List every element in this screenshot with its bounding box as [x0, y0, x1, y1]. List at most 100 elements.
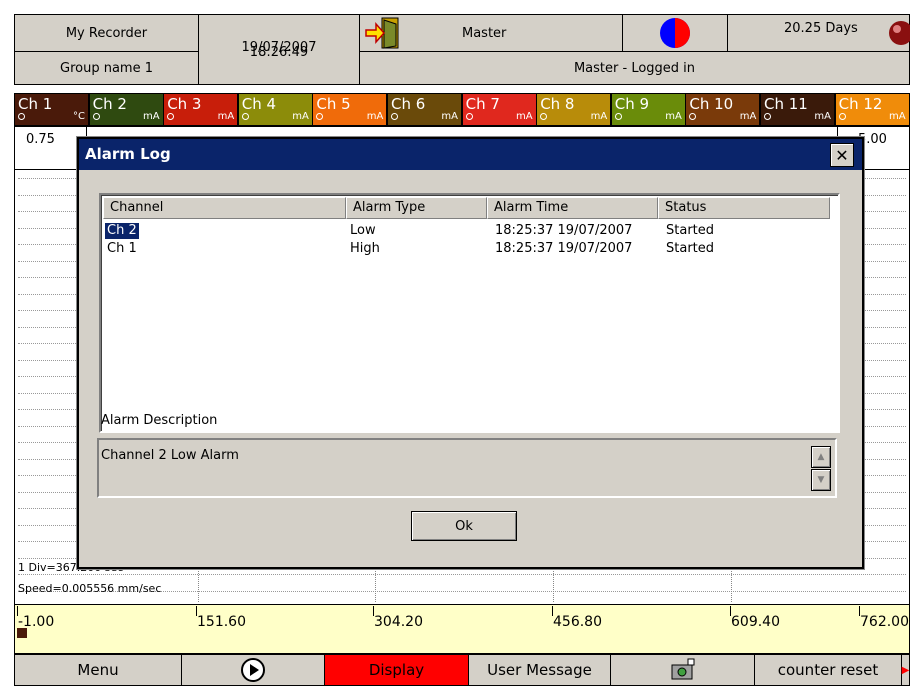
- play-icon: [241, 658, 265, 682]
- scale-tick-label: 456.80: [553, 614, 602, 630]
- scale-tick: [373, 606, 374, 616]
- channel-tab-8[interactable]: Ch 8 mA: [536, 93, 612, 126]
- channel-unit: mA: [889, 111, 906, 122]
- arrow-right-icon: ▶: [901, 664, 910, 676]
- scale-tick-label: 151.60: [197, 614, 246, 630]
- scroll-down-button[interactable]: ▼: [811, 469, 831, 491]
- channel-dot-icon: [167, 113, 175, 120]
- column-alarm-time[interactable]: Alarm Time: [487, 197, 658, 219]
- channel-label: Ch 11: [764, 95, 808, 113]
- row-type: High: [350, 241, 380, 256]
- channel-unit: mA: [590, 111, 608, 122]
- channel-unit: mA: [814, 111, 831, 122]
- channel-tab-5[interactable]: Ch 5 mA: [312, 93, 388, 126]
- channel-label: Ch 3: [167, 95, 202, 113]
- channel-tab-10[interactable]: Ch 10 mA: [685, 93, 761, 126]
- scale-tick: [730, 606, 731, 616]
- channel-dot-icon: [838, 113, 846, 120]
- channel-label: Ch 12: [838, 95, 883, 113]
- counter-reset-button[interactable]: counter reset: [754, 654, 902, 686]
- description-label: Alarm Description: [101, 413, 218, 428]
- row-time: 18:25:37 19/07/2007: [495, 223, 633, 238]
- date-text: 19/07/2007: [241, 39, 317, 55]
- channel-label: Ch 6: [391, 95, 426, 113]
- user-message-button[interactable]: User Message: [468, 654, 611, 686]
- channel-tab-6[interactable]: Ch 6 mA: [387, 93, 462, 126]
- channel-label: Ch 2: [92, 95, 127, 113]
- play-button[interactable]: [181, 654, 325, 686]
- channel-unit: mA: [143, 111, 160, 122]
- alarm-list[interactable]: Channel Alarm Type Alarm Time Status Ch …: [99, 193, 840, 433]
- channel-tab-9[interactable]: Ch 9 mA: [610, 93, 686, 126]
- channel-unit: mA: [665, 111, 682, 122]
- channel-label: Ch 8: [540, 95, 575, 113]
- row-channel: Ch 1: [107, 241, 137, 256]
- channel-tab-4[interactable]: Ch 4 mA: [237, 93, 313, 126]
- channel-dot-icon: [316, 113, 324, 120]
- close-button[interactable]: ✕: [830, 143, 854, 167]
- channel-unit: mA: [516, 111, 533, 122]
- channel-tab-12[interactable]: Ch 12 mA: [834, 93, 910, 126]
- storage-remaining: 20.25 Days: [727, 14, 910, 52]
- channel-dot-icon: [92, 113, 100, 120]
- channel-dot-icon: [764, 113, 771, 120]
- recorder-name: My Recorder: [14, 14, 199, 52]
- channel-unit: mA: [441, 111, 458, 122]
- channel-label: Ch 9: [614, 95, 650, 113]
- row-status: Started: [666, 223, 715, 238]
- row-time: 18:25:37 19/07/2007: [495, 241, 633, 256]
- scale-tick: [552, 606, 553, 616]
- screenshot-button[interactable]: [610, 654, 755, 686]
- up-arrow-icon: ▲: [817, 452, 825, 462]
- channel-unit: mA: [366, 111, 384, 122]
- alarm-light-icon: [889, 21, 910, 45]
- channel-unit: mA: [217, 111, 235, 122]
- channel-label: Ch 5: [316, 95, 351, 113]
- column-channel[interactable]: Channel: [103, 197, 346, 219]
- channel-dot-icon: [540, 113, 548, 120]
- scale-marker: [17, 628, 27, 638]
- column-alarm-type[interactable]: Alarm Type: [346, 197, 487, 219]
- channel-dot-icon: [465, 113, 473, 120]
- column-status[interactable]: Status: [658, 197, 830, 219]
- next-page-button[interactable]: ▶: [901, 654, 910, 686]
- scroll-up-button[interactable]: ▲: [811, 446, 831, 468]
- channel-tab-1[interactable]: Ch 1 °C: [14, 93, 89, 126]
- channel-tab-2[interactable]: Ch 2 mA: [88, 93, 164, 126]
- scale-tick: [17, 606, 18, 616]
- clock: 18:26:49 19/07/2007: [198, 14, 360, 85]
- logout-door-icon: [365, 17, 399, 49]
- ok-button[interactable]: Ok: [411, 511, 517, 541]
- channel-unit: mA: [292, 111, 309, 122]
- scale-tick: [859, 606, 860, 616]
- channel-unit: mA: [739, 111, 757, 122]
- channel-dot-icon: [18, 113, 25, 120]
- grid-line: [18, 574, 906, 575]
- user-button[interactable]: Master: [359, 14, 623, 52]
- channel-tab-7[interactable]: Ch 7 mA: [461, 93, 537, 126]
- scale-tick: [196, 606, 197, 616]
- channel-tab-3[interactable]: Ch 3 mA: [163, 93, 239, 126]
- login-status: Master - Logged in: [359, 51, 910, 85]
- description-text: Channel 2 Low Alarm: [101, 448, 239, 463]
- channel-tab-11[interactable]: Ch 11 mA: [760, 93, 835, 126]
- row-channel: Ch 2: [105, 223, 139, 239]
- channel-unit: °C: [73, 111, 85, 122]
- scale-tick-label: 762.00: [860, 614, 909, 630]
- channel-label: Ch 1: [18, 95, 53, 113]
- display-button[interactable]: Display: [324, 654, 469, 686]
- close-icon: ✕: [835, 145, 849, 165]
- channel-label: Ch 10: [689, 95, 734, 113]
- group-name[interactable]: Group name 1: [14, 51, 199, 85]
- down-arrow-icon: ▼: [817, 475, 825, 485]
- description-box[interactable]: Channel 2 Low Alarm ▲ ▼: [97, 438, 837, 498]
- scale-tick-label: 609.40: [731, 614, 780, 630]
- channel-label: Ch 4: [241, 95, 277, 113]
- channel-dot-icon: [614, 113, 622, 120]
- channel-dot-icon: [391, 113, 398, 120]
- menu-button[interactable]: Menu: [14, 654, 182, 686]
- dialog-title: Alarm Log: [79, 139, 862, 170]
- pie-status-icon: [660, 18, 690, 48]
- status-indicator[interactable]: [622, 14, 728, 52]
- row-type: Low: [350, 223, 376, 238]
